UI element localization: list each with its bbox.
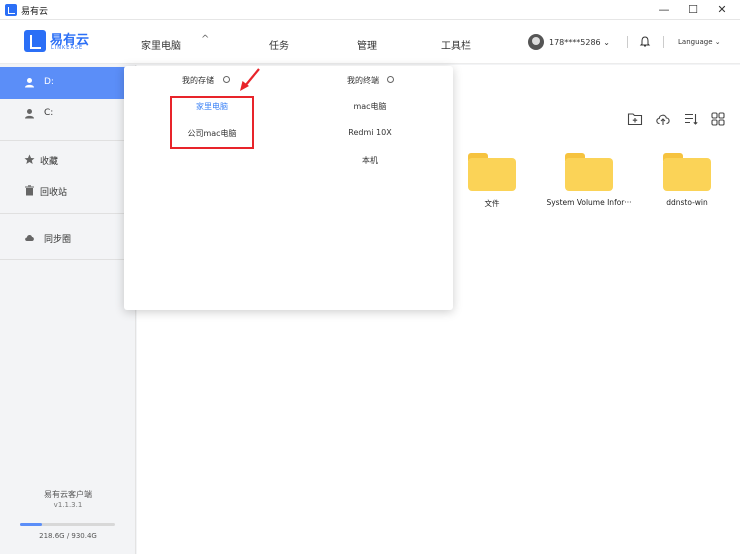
divider (627, 36, 628, 48)
storage-progress-fill (20, 523, 43, 526)
window-title: 易有云 (21, 7, 49, 17)
user-phone-text: 178****5286 (549, 38, 601, 47)
chevron-up-icon[interactable]: ^ (201, 34, 209, 45)
sort-icon[interactable] (683, 111, 699, 127)
device-dropdown: 我的存储 我的终端 家里电脑 公司mac电脑 mac电脑 Redmi 10X 本… (124, 66, 453, 310)
user-icon (25, 78, 34, 88)
file-item[interactable]: 文件 (447, 153, 537, 209)
sidebar: D: C: 收藏 回收站 同步圈 易有云客户端 v1.1.3.1 218.6G … (0, 65, 136, 554)
title-bar: 易有云 — ☐ ✕ (0, 0, 740, 20)
star-icon (24, 154, 35, 164)
sidebar-item-label: 回收站 (40, 188, 68, 198)
client-version: v1.1.3.1 (53, 501, 83, 509)
language-selector[interactable]: Language ⌄ (678, 38, 721, 46)
divider (663, 36, 664, 48)
sidebar-item-label: D: (44, 77, 54, 87)
folder-icon (468, 153, 516, 191)
terminal-item-mac[interactable]: mac电脑 (320, 101, 420, 112)
nav-tasks[interactable]: 任务 (269, 37, 289, 52)
my-storage-header: 我的存储 (182, 76, 214, 85)
sidebar-item-label: C: (44, 108, 54, 118)
divider (0, 213, 136, 214)
minimize-button[interactable]: — (654, 2, 674, 18)
nav-toolbar[interactable]: 工具栏 (441, 37, 471, 52)
app-header: 易有云 LINKEASE 家里电脑 ^ 任务 管理 工具栏 178****528… (0, 20, 740, 64)
user-phone[interactable]: 178****5286 ⌄ (549, 38, 610, 47)
close-button[interactable]: ✕ (712, 2, 732, 18)
storage-usage-text: 218.6G / 930.4G (39, 532, 97, 540)
nav-manage[interactable]: 管理 (357, 37, 377, 52)
file-name: 文件 (484, 199, 500, 208)
maximize-button[interactable]: ☐ (683, 2, 703, 18)
cloud-icon (25, 234, 34, 241)
chevron-down-icon: ⌄ (714, 38, 721, 46)
folder-icon (663, 153, 711, 191)
new-folder-icon[interactable] (627, 111, 643, 127)
brand-mark-icon (24, 30, 46, 52)
folder-icon (565, 153, 613, 191)
sidebar-item-sync-circle[interactable]: 同步圈 (0, 222, 136, 254)
my-terminals-header: 我的终端 (347, 76, 379, 85)
annotation-arrow-icon (240, 68, 260, 91)
terminal-item-this-device[interactable]: 本机 (320, 155, 420, 166)
sidebar-item-c-drive[interactable]: C: (0, 98, 136, 130)
app-logo-icon (5, 4, 17, 16)
sidebar-item-favorites[interactable]: 收藏 (0, 144, 136, 176)
file-name: System Volume Infor··· (546, 198, 632, 207)
divider (0, 140, 136, 141)
chevron-down-icon: ⌄ (603, 38, 610, 47)
brand-subtitle: LINKEASE (51, 45, 84, 51)
file-item[interactable]: System Volume Infor··· (544, 153, 634, 207)
bell-icon[interactable] (639, 36, 651, 48)
file-item[interactable]: ddnsto-win (642, 153, 732, 207)
sidebar-item-trash[interactable]: 回收站 (0, 175, 136, 207)
sidebar-item-label: 同步圈 (44, 235, 72, 245)
trash-icon (25, 185, 34, 196)
grid-view-icon[interactable] (710, 111, 726, 127)
divider (0, 259, 136, 260)
storage-progress-bar (20, 523, 115, 526)
terminal-item-redmi[interactable]: Redmi 10X (320, 128, 420, 137)
sidebar-item-d-drive[interactable]: D: (0, 67, 136, 99)
user-icon (25, 109, 34, 119)
sidebar-item-label: 收藏 (40, 157, 59, 167)
client-name: 易有云客户端 (44, 490, 92, 499)
avatar[interactable] (528, 34, 544, 50)
nav-device-selector[interactable]: 家里电脑 (141, 37, 181, 52)
file-name: ddnsto-win (666, 198, 708, 207)
refresh-icon[interactable] (387, 76, 394, 83)
refresh-icon[interactable] (223, 76, 230, 83)
upload-icon[interactable] (655, 111, 671, 127)
annotation-highlight-box (170, 96, 254, 149)
language-label: Language (678, 38, 713, 46)
